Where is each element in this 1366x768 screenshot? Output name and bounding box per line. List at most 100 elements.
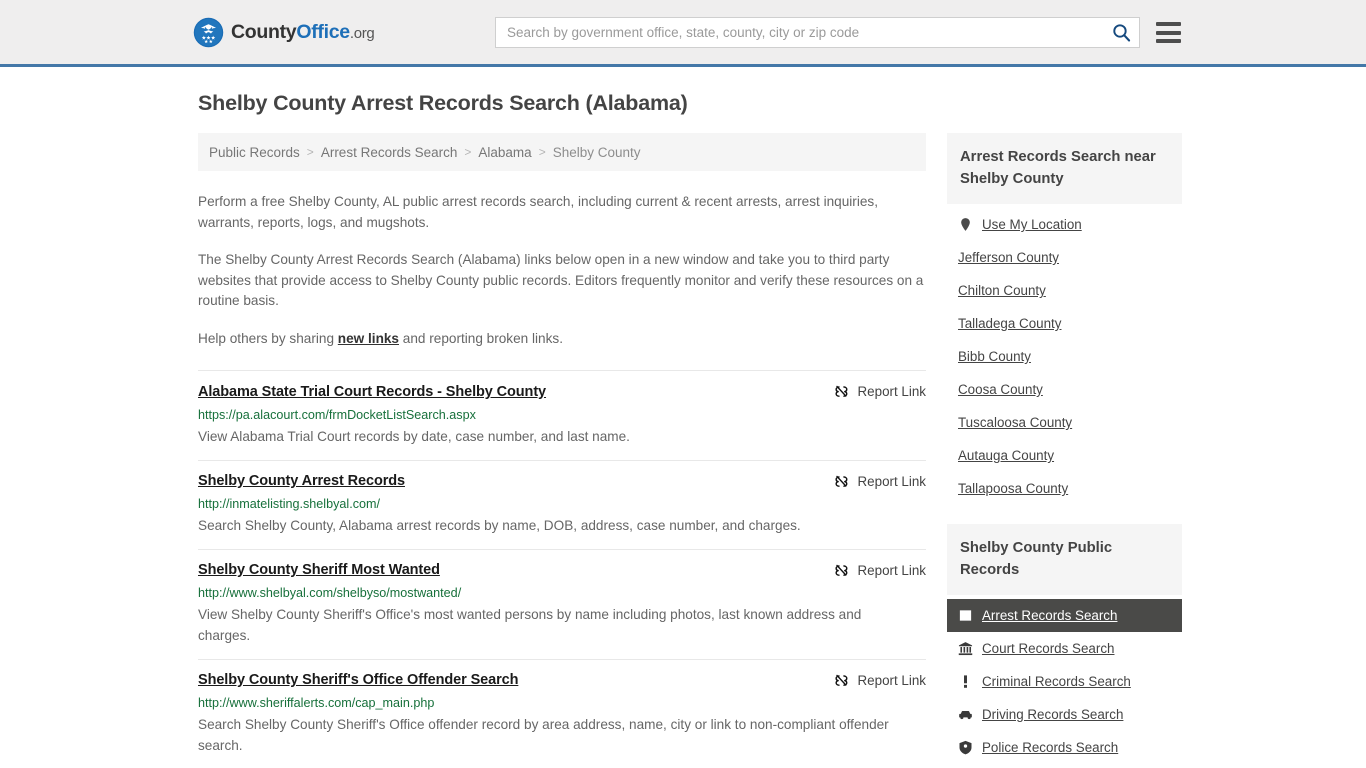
report-link-button[interactable]: Report Link [834,474,926,489]
header-search-zone [495,17,1181,48]
search-input[interactable] [507,25,1112,40]
report-link-label: Report Link [857,474,926,489]
result-title[interactable]: Shelby County Sheriff Most Wanted [198,562,440,578]
hamburger-menu-icon[interactable] [1156,22,1181,43]
intro-p3-before: Help others by sharing [198,330,338,346]
sidebar-item-label: Autauga County [958,448,1055,463]
result-item: Shelby County Arrest Records http://inma… [198,461,926,550]
sidebar-item-label: Arrest Records Search [982,608,1118,623]
breadcrumb-item-1[interactable]: Arrest Records Search [321,145,458,160]
logo-text-tld: .org [349,24,375,42]
sidebar-item-label: Criminal Records Search [982,674,1131,689]
breadcrumb-item-3[interactable]: Shelby County [553,145,641,160]
logo-text-office: Office [296,20,350,43]
report-link-label: Report Link [857,384,926,399]
sidebar-item-tallapoosa-county[interactable]: Tallapoosa County [947,472,1182,505]
hamburger-bar-1 [1156,22,1181,26]
hamburger-bar-3 [1156,39,1181,43]
result-title[interactable]: Shelby County Arrest Records [198,473,405,489]
unlink-icon [834,385,847,397]
result-item: Alabama State Trial Court Records - Shel… [198,370,926,461]
exclamation-icon [964,675,967,688]
result-url[interactable]: http://www.sheriffalerts.com/cap_main.ph… [198,696,926,710]
result-item: Shelby County Sheriff's Office Offender … [198,660,926,768]
intro-paragraph-3: Help others by sharing new links and rep… [198,329,926,350]
sidebar-nearby-heading: Arrest Records Search near Shelby County [947,133,1182,204]
sidebar-item-label: Driving Records Search [982,707,1124,722]
report-link-button[interactable]: Report Link [834,563,926,578]
sidebar-nearby-list: Use My Location Jefferson County Chilton… [947,208,1182,505]
intro-text: Perform a free Shelby County, AL public … [198,192,926,349]
page-title: Shelby County Arrest Records Search (Ala… [198,91,688,115]
intro-paragraph-2: The Shelby County Arrest Records Search … [198,252,924,308]
unlink-icon [834,674,847,686]
sidebar-item-label: Talladega County [958,316,1062,331]
sidebar-item-label: Court Records Search [982,641,1115,656]
result-description: View Alabama Trial Court records by date… [198,429,630,444]
sidebar: Arrest Records Search near Shelby County… [947,133,1182,768]
sidebar-public-records-list: Arrest Records Search Court Records Sear… [947,599,1182,764]
car-icon [959,711,972,720]
sidebar-item-label: Police Records Search [982,740,1119,755]
breadcrumb-separator: > [306,145,314,159]
logo-text-county: County [231,20,297,43]
intro-paragraph-1: Perform a free Shelby County, AL public … [198,194,878,230]
breadcrumb-item-2[interactable]: Alabama [478,145,531,160]
eagle-seal-icon [193,17,224,47]
sidebar-item-label: Use My Location [982,217,1082,232]
bank-icon [958,642,973,656]
page-container: Shelby County Arrest Records Search (Ala… [0,91,1366,768]
intro-p3-after: and reporting broken links. [399,330,563,346]
map-pin-icon [961,218,970,231]
sidebar-item-arrest-records-search[interactable]: Arrest Records Search [947,599,1182,632]
sidebar-item-bibb-county[interactable]: Bibb County [947,340,1182,373]
sidebar-item-jefferson-county[interactable]: Jefferson County [947,241,1182,274]
result-description: Search Shelby County, Alabama arrest rec… [198,518,801,533]
sidebar-item-autauga-county[interactable]: Autauga County [947,439,1182,472]
hamburger-bar-2 [1156,30,1181,35]
sidebar-item-label: Jefferson County [958,250,1059,265]
result-description: Search Shelby County Sheriff's Office of… [198,717,889,753]
content-columns: Public Records > Arrest Records Search >… [198,133,1182,768]
sidebar-item-chilton-county[interactable]: Chilton County [947,274,1182,307]
search-box[interactable] [495,17,1140,48]
square-icon [959,610,972,621]
report-link-label: Report Link [857,563,926,578]
unlink-icon [834,475,847,487]
breadcrumb: Public Records > Arrest Records Search >… [198,133,926,171]
shield-icon [959,740,972,755]
result-item: Shelby County Sheriff Most Wanted http:/… [198,550,926,660]
result-title[interactable]: Shelby County Sheriff's Office Offender … [198,672,518,688]
sidebar-item-criminal-records-search[interactable]: Criminal Records Search [947,665,1182,698]
result-description: View Shelby County Sheriff's Office's mo… [198,607,862,643]
sidebar-item-label: Tallapoosa County [958,481,1069,496]
result-url[interactable]: https://pa.alacourt.com/frmDocketListSea… [198,408,926,422]
sidebar-public-records-block: Shelby County Public Records Arrest Reco… [947,524,1182,764]
site-logo[interactable]: CountyOffice.org [193,17,375,48]
report-link-label: Report Link [857,673,926,688]
breadcrumb-separator: > [538,145,546,159]
result-url[interactable]: http://inmatelisting.shelbyal.com/ [198,497,926,511]
sidebar-item-police-records-search[interactable]: Police Records Search [947,731,1182,764]
new-links-link[interactable]: new links [338,331,399,346]
sidebar-item-label: Bibb County [958,349,1031,364]
site-header: CountyOffice.org [0,0,1366,67]
sidebar-item-use-my-location[interactable]: Use My Location [947,208,1182,241]
report-link-button[interactable]: Report Link [834,673,926,688]
logo-wordmark: CountyOffice.org [231,20,375,44]
unlink-icon [834,564,847,576]
sidebar-item-label: Tuscaloosa County [958,415,1073,430]
search-icon[interactable] [1112,23,1131,42]
sidebar-item-talladega-county[interactable]: Talladega County [947,307,1182,340]
sidebar-item-tuscaloosa-county[interactable]: Tuscaloosa County [947,406,1182,439]
sidebar-item-coosa-county[interactable]: Coosa County [947,373,1182,406]
sidebar-item-court-records-search[interactable]: Court Records Search [947,632,1182,665]
sidebar-item-label: Coosa County [958,382,1043,397]
sidebar-public-records-heading: Shelby County Public Records [947,524,1182,595]
report-link-button[interactable]: Report Link [834,384,926,399]
sidebar-item-driving-records-search[interactable]: Driving Records Search [947,698,1182,731]
breadcrumb-item-0[interactable]: Public Records [209,145,300,160]
sidebar-item-label: Chilton County [958,283,1046,298]
result-url[interactable]: http://www.shelbyal.com/shelbyso/mostwan… [198,586,926,600]
result-title[interactable]: Alabama State Trial Court Records - Shel… [198,384,546,400]
